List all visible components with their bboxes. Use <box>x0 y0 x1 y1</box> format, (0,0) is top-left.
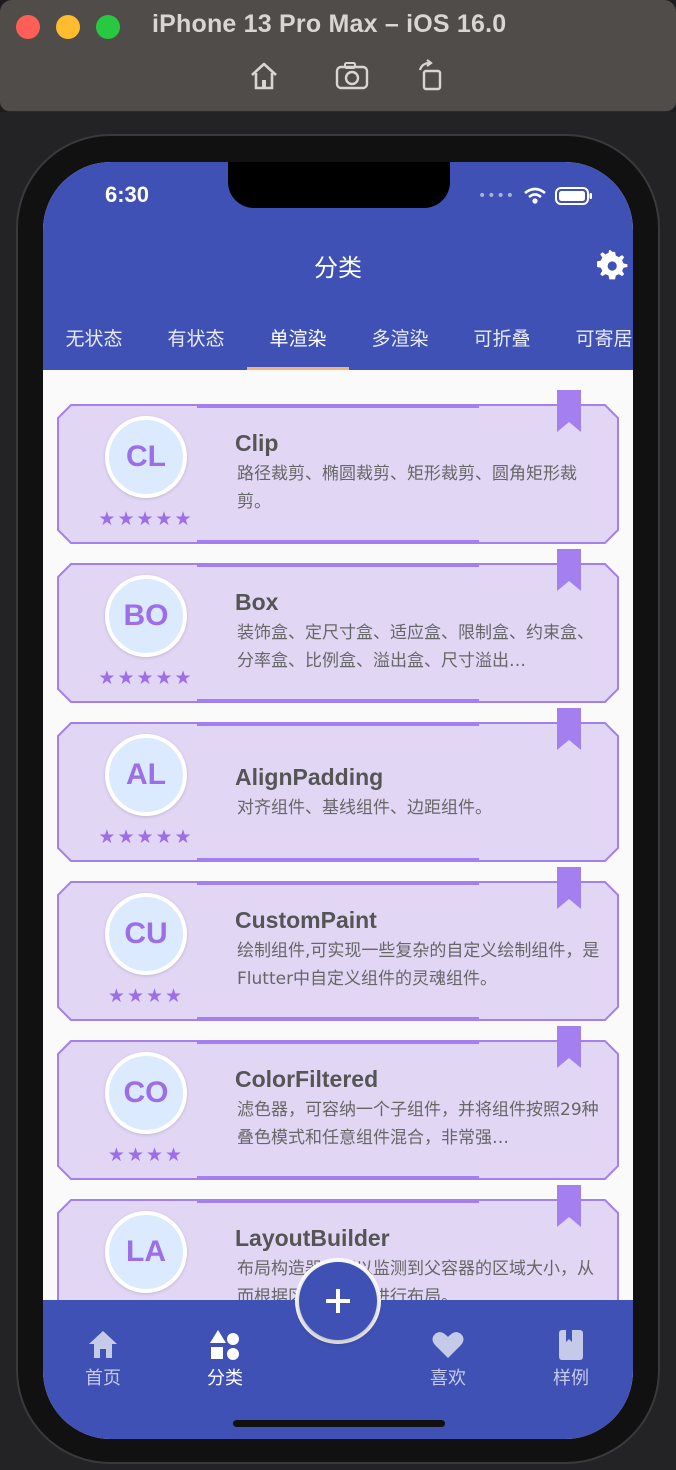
tab-single-render[interactable]: 单渲染 <box>247 320 349 370</box>
nav-sample[interactable]: 样例 <box>531 1328 611 1390</box>
minimize-window-button[interactable] <box>56 15 80 39</box>
bookmark-icon[interactable] <box>557 867 581 909</box>
home-icon <box>89 1331 117 1358</box>
card-description: 绘制组件,可实现一些复杂的自定义绘制组件，是Flutter中自定义组件的灵魂组件… <box>237 941 600 989</box>
card-title: ColorFiltered <box>235 1066 379 1092</box>
signal-dots-icon: •••• <box>477 188 515 204</box>
avatar: LA <box>105 1211 187 1293</box>
avatar: CL <box>105 416 187 498</box>
nav-sample-label: 样例 <box>553 1368 589 1389</box>
widget-card[interactable]: CL ★★★★★ Clip 路径裁剪、椭圆裁剪、矩形裁剪、圆角矩形裁剪。 <box>57 390 619 544</box>
settings-gear-icon[interactable] <box>597 249 629 282</box>
tab-stateless[interactable]: 无状态 <box>43 320 145 370</box>
wifi-icon <box>524 187 546 204</box>
widget-card[interactable]: CU ★★★★ CustomPaint 绘制组件,可实现一些复杂的自定义绘制组件… <box>57 867 619 1021</box>
tab-multi-render[interactable]: 多渲染 <box>349 320 451 370</box>
plus-icon <box>326 1289 350 1313</box>
phone-screen: 6:30 •••• 分类 无状态 有状态 单渲染 多渲染 可折叠 可寄居 CL … <box>43 162 633 1439</box>
avatar: AL <box>105 734 187 816</box>
card-title: CustomPaint <box>235 907 377 933</box>
nav-favorite[interactable]: 喜欢 <box>408 1328 488 1390</box>
avatar: CO <box>105 1052 187 1134</box>
screenshot-icon[interactable] <box>334 58 370 94</box>
star-rating: ★★★★★ <box>98 826 194 848</box>
widget-list[interactable]: CL ★★★★★ Clip 路径裁剪、椭圆裁剪、矩形裁剪、圆角矩形裁剪。 BO … <box>43 370 633 1300</box>
avatar: CU <box>105 893 187 975</box>
notch <box>228 162 450 208</box>
add-fab-button[interactable] <box>299 1262 377 1340</box>
star-rating: ★★★★★ <box>98 667 194 689</box>
card-title: LayoutBuilder <box>235 1225 390 1251</box>
avatar: BO <box>105 575 187 657</box>
shapes-icon <box>210 1330 239 1360</box>
card-description: 路径裁剪、椭圆裁剪、矩形裁剪、圆角矩形裁剪。 <box>237 464 577 512</box>
card-description: 滤色器，可容纳一个子组件，并将组件按照29种叠色模式和任意组件混合，非常强… <box>237 1100 599 1148</box>
tab-stateful[interactable]: 有状态 <box>145 320 247 370</box>
card-title: AlignPadding <box>235 764 384 790</box>
star-rating: ★★★★ <box>107 1144 185 1166</box>
tab-sliver[interactable]: 可折叠 <box>451 320 553 370</box>
heart-icon <box>432 1332 464 1358</box>
tab-proxy[interactable]: 可寄居 <box>553 320 633 370</box>
bookmark-icon[interactable] <box>557 549 581 591</box>
card-description: 装饰盒、定尺寸盒、适应盒、限制盒、约束盒、分率盒、比例盒、溢出盒、尺寸溢出… <box>237 623 594 671</box>
simulator-titlebar: iPhone 13 Pro Max – iOS 16.0 <box>0 0 676 112</box>
card-description: 布局构造器，可以监测到父容器的区域大小，从而根据区域大小来进行布局。 <box>237 1259 594 1300</box>
widget-card[interactable]: CO ★★★★ ColorFiltered 滤色器，可容纳一个子组件，并将组件按… <box>57 1026 619 1180</box>
status-time: 6:30 <box>105 182 150 207</box>
nav-category[interactable]: 分类 <box>185 1328 265 1390</box>
battery-icon <box>555 187 592 205</box>
home-indicator <box>233 1420 445 1427</box>
zoom-window-button[interactable] <box>96 15 120 39</box>
bookmark-icon[interactable] <box>557 1185 581 1227</box>
rotate-icon[interactable] <box>414 58 450 94</box>
book-icon <box>559 1330 583 1360</box>
category-tabs: 无状态 有状态 单渲染 多渲染 可折叠 可寄居 <box>43 320 633 370</box>
nav-favorite-label: 喜欢 <box>430 1368 466 1389</box>
close-window-button[interactable] <box>16 15 40 39</box>
card-description: 对齐组件、基线组件、边距组件。 <box>237 798 492 818</box>
status-icons: •••• <box>478 186 593 206</box>
card-title: Box <box>235 589 279 615</box>
simulator-title: iPhone 13 Pro Max – iOS 16.0 <box>152 10 507 38</box>
widget-card[interactable]: BO ★★★★★ Box 装饰盒、定尺寸盒、适应盒、限制盒、约束盒、分率盒、比例… <box>57 549 619 703</box>
nav-home-label: 首页 <box>85 1368 121 1389</box>
page-title: 分类 <box>314 254 362 282</box>
bookmark-icon[interactable] <box>557 708 581 750</box>
star-rating: ★★★★★ <box>98 508 194 530</box>
nav-home[interactable]: 首页 <box>63 1328 143 1390</box>
star-rating: ★★★★ <box>107 985 185 1007</box>
widget-card[interactable]: AL ★★★★★ AlignPadding 对齐组件、基线组件、边距组件。 <box>57 708 619 862</box>
bookmark-icon[interactable] <box>557 390 581 432</box>
home-icon[interactable] <box>246 58 282 94</box>
bookmark-icon[interactable] <box>557 1026 581 1068</box>
card-title: Clip <box>235 430 279 456</box>
nav-category-label: 分类 <box>207 1368 243 1389</box>
